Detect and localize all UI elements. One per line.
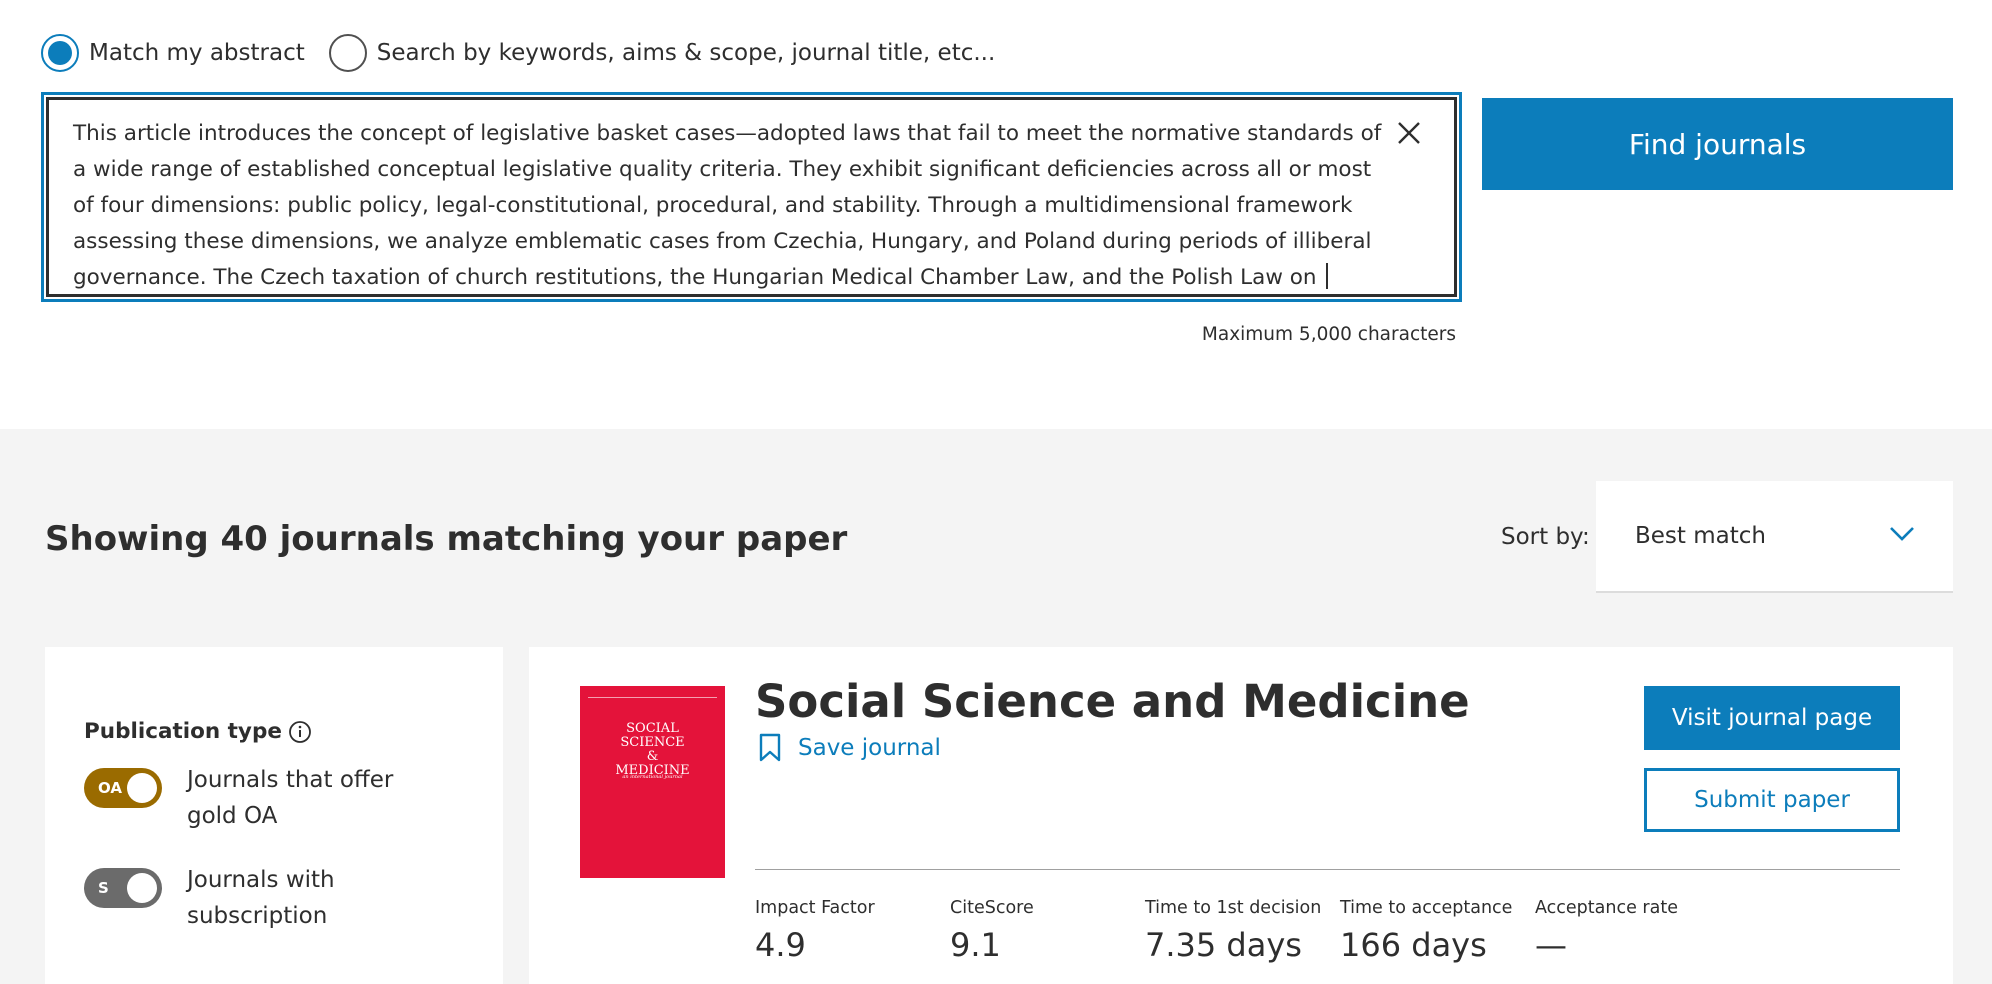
abstract-text[interactable]: This article introduces the concept of l… xyxy=(73,121,1381,290)
journal-title[interactable]: Social Science and Medicine xyxy=(755,675,1470,728)
clear-abstract-button[interactable] xyxy=(1394,118,1424,148)
radio-search-keywords-indicator[interactable] xyxy=(328,34,367,72)
metric-label: Time to 1st decision xyxy=(1145,898,1322,918)
submit-paper-button[interactable]: Submit paper xyxy=(1644,768,1900,832)
divider xyxy=(755,869,1900,870)
save-journal-button[interactable]: Save journal xyxy=(758,733,941,763)
max-chars-note: Maximum 5,000 characters xyxy=(1201,324,1456,345)
cover-title: SOCIAL SCIENCE & MEDICINE xyxy=(615,721,690,778)
filter-subscription: S Journals with subscription xyxy=(84,862,503,934)
subscription-badge-text: S xyxy=(98,879,109,897)
oa-badge-text: OA xyxy=(98,779,122,797)
radio-match-abstract-indicator[interactable] xyxy=(41,34,79,72)
results-heading: Showing 40 journals matching your paper xyxy=(45,519,848,559)
subscription-label[interactable]: Journals with subscription xyxy=(187,862,447,934)
publication-type-title: Publication type xyxy=(84,719,282,744)
metric-value: 7.35 days xyxy=(1145,926,1302,964)
radio-match-abstract[interactable]: Match my abstract xyxy=(41,34,305,72)
sort-selected-value[interactable]: Best match xyxy=(1635,523,1766,549)
cover-header-rule xyxy=(588,692,717,698)
metric-label: Acceptance rate xyxy=(1535,898,1678,918)
sort-label: Sort by: xyxy=(1501,524,1590,550)
journal-cover-image[interactable]: SOCIAL SCIENCE & MEDICINE an international … xyxy=(580,686,725,878)
radio-search-keywords-label[interactable]: Search by keywords, aims & scope, journa… xyxy=(377,40,996,66)
subscription-toggle[interactable]: S xyxy=(84,868,162,908)
abstract-textarea-focus-ring: This article introduces the concept of l… xyxy=(41,92,1462,302)
close-icon[interactable] xyxy=(1394,118,1424,148)
save-journal-label[interactable]: Save journal xyxy=(798,735,941,761)
text-caret xyxy=(1326,263,1329,289)
radio-search-keywords[interactable]: Search by keywords, aims & scope, journa… xyxy=(328,34,996,72)
metric-value: 9.1 xyxy=(950,926,1001,964)
radio-match-abstract-label[interactable]: Match my abstract xyxy=(89,40,305,66)
gold-oa-label[interactable]: Journals that offer gold OA xyxy=(187,762,447,834)
toggle-knob xyxy=(127,873,157,903)
metric-acceptance-rate: Acceptance rate — xyxy=(1535,898,1730,964)
metric-value: 166 days xyxy=(1340,926,1487,964)
journal-card: SOCIAL SCIENCE & MEDICINE an international … xyxy=(529,647,1953,984)
filters-panel: Publication type OA Journals that offer … xyxy=(45,647,503,984)
journal-metrics: Impact Factor 4.9 CiteScore 9.1 Time to … xyxy=(755,898,1730,964)
cover-subtitle: an international journal xyxy=(622,774,683,780)
sort-dropdown[interactable]: Best match xyxy=(1596,481,1953,593)
metric-value: 4.9 xyxy=(755,926,806,964)
metric-label: Time to acceptance xyxy=(1340,898,1513,918)
metric-time-to-acceptance: Time to acceptance 166 days xyxy=(1340,898,1535,964)
search-mode-group: Match my abstract Search by keywords, ai… xyxy=(41,32,1019,74)
info-icon[interactable] xyxy=(288,720,312,744)
filter-gold-oa: OA Journals that offer gold OA xyxy=(84,762,503,834)
gold-oa-toggle[interactable]: OA xyxy=(84,768,162,808)
toggle-knob xyxy=(127,773,157,803)
bookmark-icon[interactable] xyxy=(758,733,782,763)
results-section: Showing 40 journals matching your paper … xyxy=(0,429,1992,984)
metric-label: Impact Factor xyxy=(755,898,875,918)
metric-time-to-first-decision: Time to 1st decision 7.35 days xyxy=(1145,898,1340,964)
abstract-textarea[interactable]: This article introduces the concept of l… xyxy=(46,97,1457,297)
visit-journal-button[interactable]: Visit journal page xyxy=(1644,686,1900,750)
metric-citescore: CiteScore 9.1 xyxy=(950,898,1145,964)
publication-type-heading: Publication type xyxy=(84,719,503,744)
metric-value: — xyxy=(1535,926,1567,964)
metric-label: CiteScore xyxy=(950,898,1034,918)
chevron-down-icon[interactable] xyxy=(1889,525,1915,543)
find-journals-button[interactable]: Find journals xyxy=(1482,98,1953,190)
metric-impact-factor: Impact Factor 4.9 xyxy=(755,898,950,964)
